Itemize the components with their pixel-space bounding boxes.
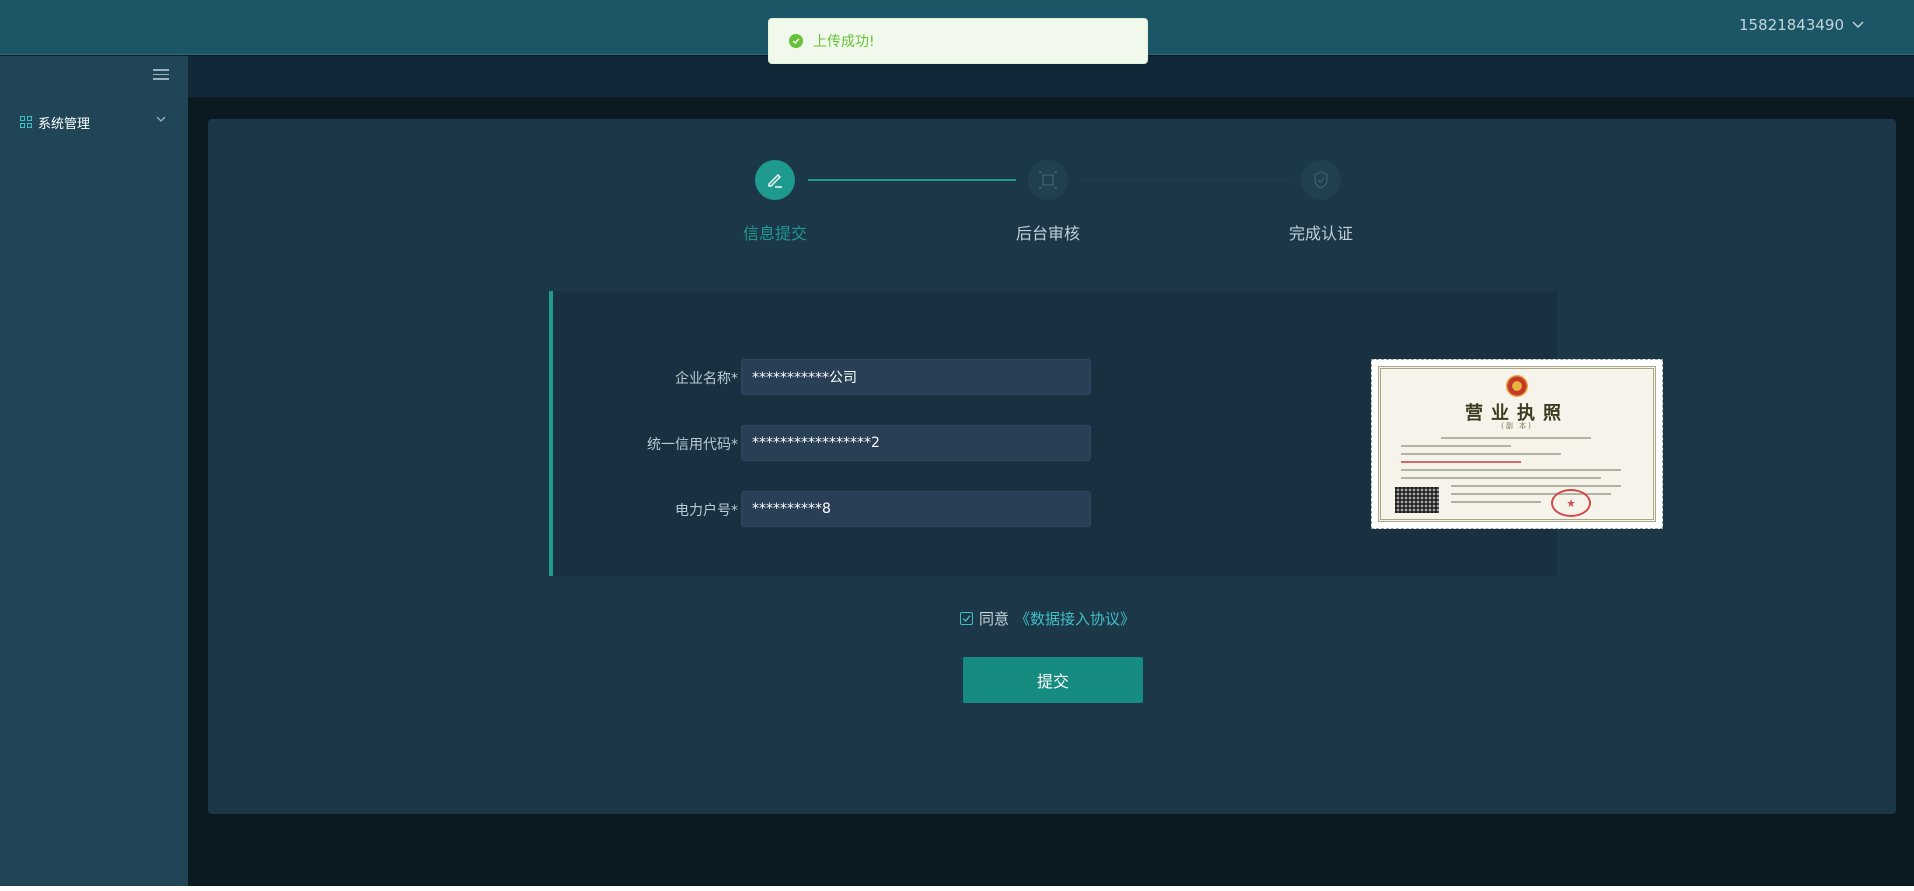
- form-row-power-account: 电力户号*: [553, 491, 1113, 527]
- sidebar-item-label: 系统管理: [38, 116, 91, 132]
- step-1-circle: [755, 160, 795, 200]
- agreement-text: 同意: [979, 610, 1010, 628]
- user-phone: 15821843490: [1739, 16, 1844, 34]
- app-root: 15821843490 上传成功! 系统管理 信息提交 后台审核 完成认证 企业…: [0, 0, 1914, 886]
- power-account-label: 电力户号*: [675, 503, 738, 519]
- sidebar-item-system-management[interactable]: 系统管理: [0, 102, 188, 142]
- main-card: 信息提交 后台审核 完成认证 企业名称* 统一信用代码* 电力户号* 营业执照: [208, 119, 1896, 814]
- edit-pen-icon: [768, 174, 782, 188]
- grid-icon: [20, 116, 32, 128]
- credit-code-label: 统一信用代码*: [647, 437, 738, 453]
- check-icon: [962, 615, 971, 623]
- business-license-image[interactable]: 营业执照 (副 本): [1371, 359, 1663, 529]
- enterprise-info-form: 企业名称* 统一信用代码* 电力户号* 营业执照 (副 本): [549, 291, 1663, 576]
- data-access-agreement-link[interactable]: 《数据接入协议》: [1015, 608, 1135, 629]
- chevron-down-icon: [1852, 21, 1864, 29]
- national-emblem-icon: [1506, 375, 1528, 397]
- company-name-input[interactable]: [741, 359, 1091, 395]
- success-toast: 上传成功!: [768, 18, 1148, 64]
- official-seal-icon: [1551, 489, 1591, 517]
- step-3-circle: [1301, 160, 1341, 200]
- submit-button[interactable]: 提交: [963, 657, 1143, 703]
- sidebar: 系统管理: [0, 56, 188, 886]
- hamburger-menu-icon[interactable]: [152, 66, 170, 84]
- shield-check-icon: [1314, 171, 1328, 189]
- form-row-company-name: 企业名称*: [553, 359, 1113, 395]
- chevron-down-icon: [156, 116, 166, 122]
- step-3-label: 完成认证: [1288, 224, 1353, 243]
- credit-code-input[interactable]: [741, 425, 1091, 461]
- step-2-circle: [1028, 160, 1068, 200]
- qr-code-icon: [1395, 487, 1439, 513]
- company-name-label: 企业名称*: [675, 371, 738, 387]
- toast-message: 上传成功!: [813, 34, 875, 50]
- step-2-label: 后台审核: [1015, 224, 1080, 243]
- success-check-icon: [789, 34, 803, 48]
- license-subtitle: (副 本): [1501, 422, 1533, 430]
- step-1-label: 信息提交: [742, 224, 807, 243]
- step-connector-2: [1080, 180, 1290, 181]
- review-icon: [1039, 171, 1057, 189]
- agreement-row: 同意 《数据接入协议》: [960, 608, 1135, 629]
- progress-steps: 信息提交 后台审核 完成认证: [208, 119, 1896, 249]
- license-document: 营业执照 (副 本): [1378, 366, 1656, 522]
- power-account-input[interactable]: [741, 491, 1091, 527]
- form-row-credit-code: 统一信用代码*: [553, 425, 1113, 461]
- user-menu[interactable]: 15821843490: [1739, 16, 1864, 34]
- agreement-checkbox[interactable]: [960, 612, 973, 625]
- step-connector-1: [808, 179, 1016, 181]
